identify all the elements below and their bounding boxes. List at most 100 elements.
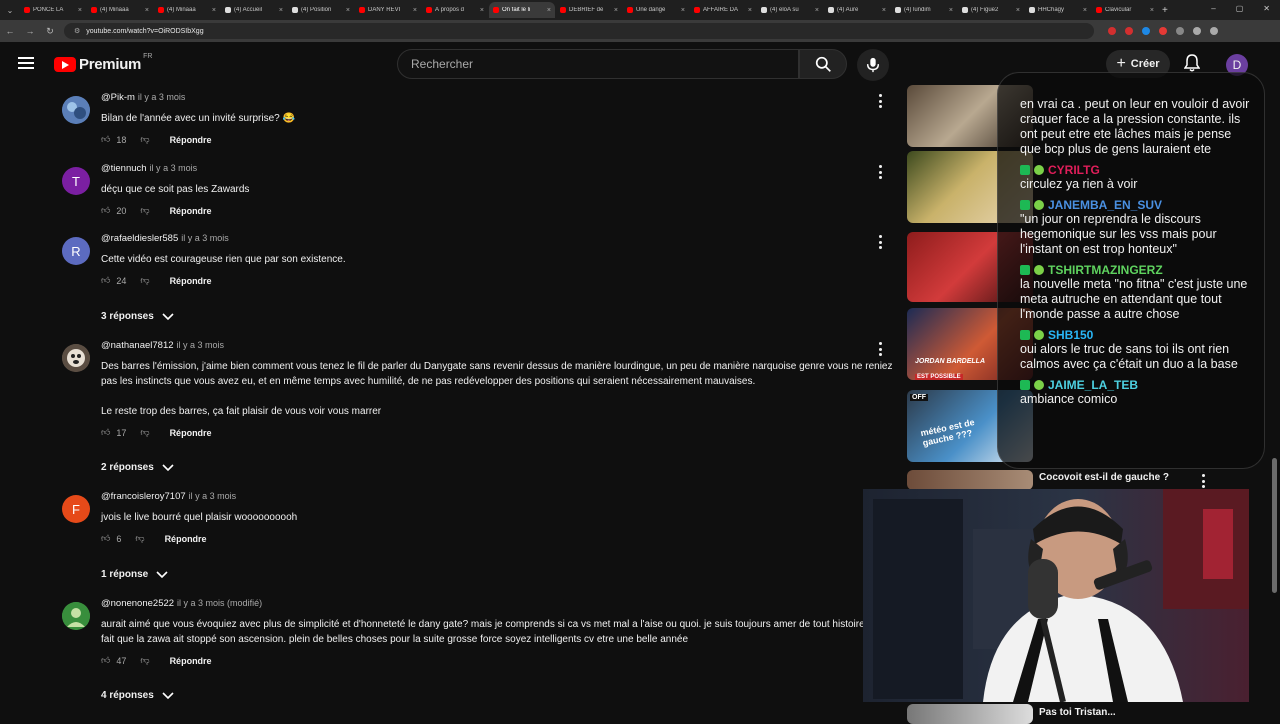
close-tab-icon[interactable]: × [614,7,618,14]
browser-tab[interactable]: Une dange × [623,2,689,18]
comment-avatar[interactable]: F [62,495,90,523]
minimize-icon[interactable]: – [1211,4,1215,13]
close-tab-icon[interactable]: × [145,7,149,14]
forward-icon[interactable]: → [24,26,36,36]
close-tab-icon[interactable]: × [748,7,752,14]
site-info-icon[interactable]: ⚙ [74,27,80,35]
comment-time[interactable]: il y a 3 mois (modifié) [177,598,262,608]
browser-tab[interactable]: (4) Figue2 × [958,2,1024,18]
video-thumbnail[interactable] [907,470,1033,490]
comment-author[interactable]: @Pik-m [101,92,135,103]
comment-author[interactable]: @nathanael7812 [101,340,174,351]
comment-author[interactable]: @tiennuch [101,163,147,174]
browser-tab[interactable]: PONCE LA × [20,2,86,18]
browser-tab[interactable]: (4) Position × [288,2,354,18]
comment-time[interactable]: il y a 3 mois [181,233,229,243]
more-actions-icon[interactable] [875,342,885,356]
like-icon[interactable]: 👍︎ [101,275,110,286]
close-tab-icon[interactable]: × [78,7,82,14]
comment-avatar[interactable] [62,602,90,630]
comment-time[interactable]: il y a 3 mois [138,92,186,102]
dislike-icon[interactable]: 👎︎ [140,427,149,438]
profile-icon[interactable] [1193,27,1201,35]
more-actions-icon[interactable] [875,165,885,179]
browser-tab[interactable]: (4) Minaaa × [154,2,220,18]
close-tab-icon[interactable]: × [1083,7,1087,14]
more-actions-icon[interactable] [1198,474,1208,488]
tab-search-icon[interactable]: ⌄ [0,6,20,15]
search-button[interactable] [799,49,847,79]
reload-icon[interactable]: ↻ [44,26,56,37]
close-tab-icon[interactable]: × [480,7,484,14]
reply-button[interactable]: Répondre [165,534,207,544]
close-tab-icon[interactable]: × [212,7,216,14]
video-thumbnail[interactable] [907,704,1033,724]
extension-icon[interactable] [1159,27,1167,35]
reply-button[interactable]: Répondre [170,135,212,145]
like-icon[interactable]: 👍︎ [101,427,110,438]
comment-avatar[interactable]: R [62,237,90,265]
browser-tab[interactable]: Clavicular × [1092,2,1158,18]
show-replies-button[interactable]: 4 réponses [101,690,174,701]
youtube-premium-logo[interactable]: Premium FR [54,53,152,73]
search-input[interactable]: Rechercher [397,49,799,79]
browser-tab[interactable]: AFFAIRE DA × [690,2,756,18]
browser-tab[interactable]: DANY REVI × [355,2,421,18]
comment-avatar[interactable] [62,344,90,372]
close-tab-icon[interactable]: × [882,7,886,14]
extension-icon[interactable] [1108,27,1116,35]
close-tab-icon[interactable]: × [1016,7,1020,14]
show-replies-button[interactable]: 1 réponse [101,569,168,580]
close-tab-icon[interactable]: × [547,7,551,14]
video-title[interactable]: Pas toi Tristan... [1039,707,1189,718]
close-tab-icon[interactable]: × [279,7,283,14]
dislike-icon[interactable]: 👎︎ [140,655,149,666]
reply-button[interactable]: Répondre [170,276,212,286]
close-window-icon[interactable]: ✕ [1263,4,1270,13]
voice-search-button[interactable] [857,49,889,81]
dislike-icon[interactable]: 👎︎ [135,533,144,544]
browser-tab[interactable]: À propos d × [422,2,488,18]
more-actions-icon[interactable] [875,94,885,108]
extension-icon[interactable] [1142,27,1150,35]
browser-tab[interactable]: HHChagy × [1025,2,1091,18]
close-tab-icon[interactable]: × [815,7,819,14]
like-icon[interactable]: 👍︎ [101,533,110,544]
like-icon[interactable]: 👍︎ [101,205,110,216]
show-replies-button[interactable]: 2 réponses [101,462,174,473]
new-tab-button[interactable]: + [1162,5,1168,16]
browser-tab[interactable]: DÉBRIEF de × [556,2,622,18]
browser-tab[interactable]: (4) Accueil × [221,2,287,18]
browser-tab[interactable]: (4) eloA su × [757,2,823,18]
comment-time[interactable]: il y a 3 mois [189,491,237,501]
comment-author[interactable]: @nonenone2522 [101,598,174,609]
close-tab-icon[interactable]: × [346,7,350,14]
dislike-icon[interactable]: 👎︎ [140,205,149,216]
hamburger-menu-icon[interactable] [18,57,34,69]
url-field[interactable]: ⚙ youtube.com/watch?v=OiRODSIbXgg [64,23,1094,39]
menu-dots-icon[interactable] [1210,27,1218,35]
comment-avatar[interactable]: T [62,167,90,195]
browser-tab[interactable]: (4) Minaaa × [87,2,153,18]
show-replies-button[interactable]: 3 réponses [101,311,174,322]
extension-icon[interactable] [1176,27,1184,35]
browser-tab[interactable]: (4) Aure × [824,2,890,18]
comment-author[interactable]: @rafaeldiesler585 [101,233,178,244]
browser-tab[interactable]: (4) lundim × [891,2,957,18]
like-icon[interactable]: 👍︎ [101,655,110,666]
reply-button[interactable]: Répondre [170,428,212,438]
back-icon[interactable]: ← [4,26,16,36]
like-icon[interactable]: 👍︎ [101,134,110,145]
comment-avatar[interactable] [62,96,90,124]
comment-author[interactable]: @francoisleroy7107 [101,491,186,502]
more-actions-icon[interactable] [875,235,885,249]
maximize-icon[interactable]: ▢ [1236,4,1244,13]
reply-button[interactable]: Répondre [170,206,212,216]
comment-time[interactable]: il y a 3 mois [150,163,198,173]
reply-button[interactable]: Répondre [170,656,212,666]
dislike-icon[interactable]: 👎︎ [140,134,149,145]
close-tab-icon[interactable]: × [1150,7,1154,14]
extension-icon[interactable] [1125,27,1133,35]
page-scrollbar[interactable] [1272,458,1277,593]
browser-tab[interactable]: On fait le li × [489,2,555,18]
